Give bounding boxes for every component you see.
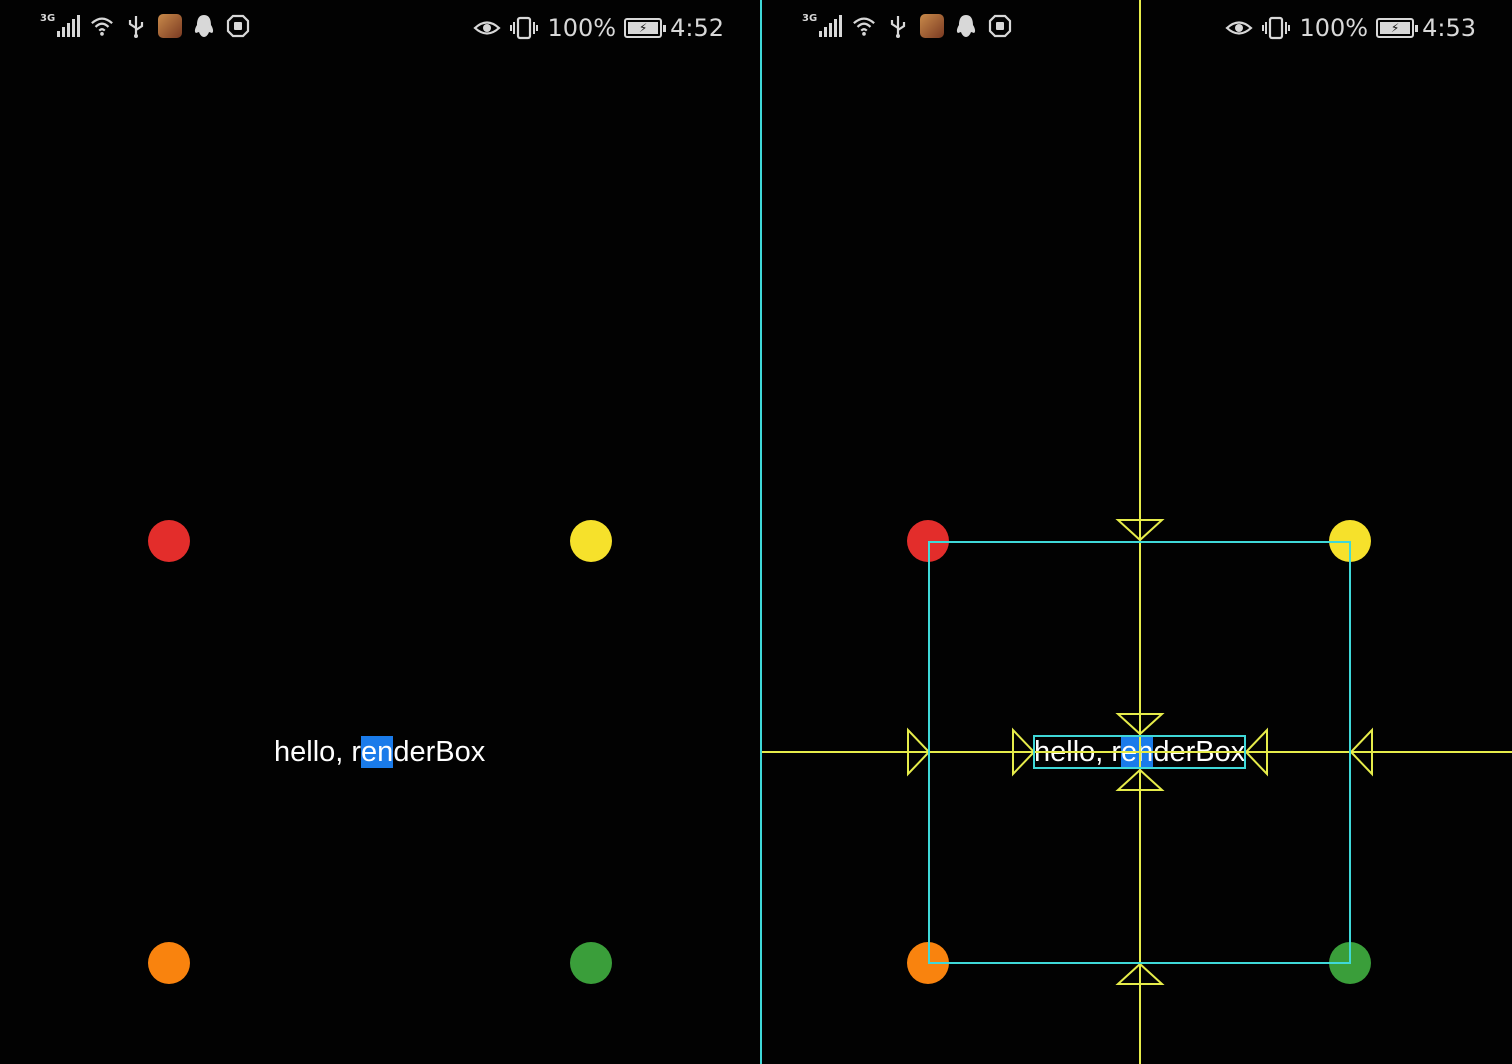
orange-dot: [148, 942, 190, 984]
green-dot: [570, 942, 612, 984]
wifi-icon: [90, 14, 114, 38]
qq-icon: [192, 14, 216, 38]
debug-paint-overlay: [762, 0, 1512, 1064]
battery-icon: ⚡: [624, 18, 667, 38]
red-dot: [148, 520, 190, 562]
eye-icon: [473, 16, 502, 40]
usb-icon: [124, 14, 148, 38]
hello-text[interactable]: hello, renderBox: [274, 735, 485, 769]
screen-right: 3G 100% ⚡ 4:53 hello, renderBox: [762, 0, 1512, 1064]
app-icon: [158, 14, 183, 38]
text-selection[interactable]: en: [361, 736, 394, 768]
yellow-dot: [570, 520, 612, 562]
clock: 4:52: [670, 14, 724, 42]
battery-percent: 100%: [547, 14, 617, 42]
screen-left: 3G 100% ⚡ 4:52 hello, renderBox: [0, 0, 760, 1064]
hello-text-after: derBox: [393, 736, 486, 768]
network-type-label: 3G: [40, 12, 56, 24]
signal-icon: [57, 15, 81, 37]
hello-text-before: hello, r: [274, 736, 362, 768]
shield-icon: [226, 14, 250, 38]
vibrate-icon: [509, 16, 539, 40]
status-bar: 3G 100% ⚡: [0, 10, 760, 46]
